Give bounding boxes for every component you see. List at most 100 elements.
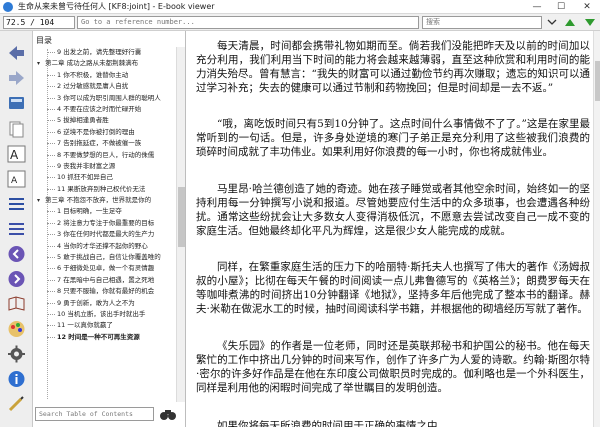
svg-text:A: A	[11, 176, 18, 186]
toc-section[interactable]: 7 告别拖延症，不做被催一族	[35, 138, 175, 149]
toc-item-label: 5 拔掉相逢勇者胜	[57, 116, 109, 125]
toc-item-label: 2 将注意力专注于你最重要的目标	[57, 218, 155, 227]
bookmark-icon[interactable]	[6, 294, 27, 314]
copy-icon[interactable]	[6, 119, 27, 139]
toc-item-label: 9 丧我并非财富之源	[57, 161, 116, 170]
toc-item-label: 1 你不积极，谁替你主动	[57, 70, 129, 79]
app-icon	[3, 2, 13, 12]
next-page-icon[interactable]	[6, 269, 27, 289]
toc-item-label: 11 果断放弃别种己权代价无法	[57, 184, 146, 193]
toc-item-label: 1 目标明确，一生足夺	[57, 207, 122, 216]
toc-scrollbar[interactable]	[176, 47, 185, 402]
toc-section[interactable]: 8 只要不服输，你就有最好的机会	[35, 286, 175, 297]
gear-icon[interactable]	[6, 344, 27, 364]
paragraph: “哦，离吃饭时间只有5到10分钟了。这点时间什么事情做不了了。”这是在家里最常听…	[196, 118, 590, 158]
table-of-contents-icon[interactable]	[6, 194, 27, 214]
toc-section[interactable]: 11 果断放弃别种己权代价无法	[35, 184, 175, 195]
close-button[interactable]: ✕	[576, 0, 598, 14]
search-input[interactable]: 搜索	[422, 16, 542, 29]
toc-section[interactable]: 3 你在任何时代都是最大的生产力	[35, 229, 175, 240]
toc-item-label: 11 一以真你就赢了	[57, 321, 113, 330]
toc-item-label: 4 不要在应该之时而忙碌开始	[57, 104, 142, 113]
toc-section[interactable]: 7 在黑暗中与自己相遇，置之死地	[35, 275, 175, 286]
toc-item-label: 10 当机立断，该出手时就出手	[57, 309, 146, 318]
toc-section[interactable]: 10 抓狂不如异自己	[35, 172, 175, 183]
toc-search-input[interactable]: Search Table of Contents	[35, 407, 154, 421]
action-toolbar: A A	[0, 31, 33, 427]
info-icon[interactable]	[6, 369, 27, 389]
paragraph: 同样，在繁重家庭生活的压力下的哈丽特·斯托夫人也撰写了伟大的著作《汤姆叔叔的小屋…	[196, 261, 590, 315]
toc-item-label: 3 你在任何时代都是最大的生产力	[57, 230, 155, 239]
previous-page-icon[interactable]	[6, 244, 27, 264]
toc-section[interactable]: 2 将注意力专注于你最重要的目标	[35, 218, 175, 229]
find-previous-icon[interactable]	[563, 16, 577, 29]
content-scrollbar-thumb[interactable]	[595, 61, 600, 101]
toc-item-label: 4 当你的才华还撑不起你的野心	[57, 241, 148, 250]
toc-item-label: 8 不要做梦想的巨人，行动的侏儒	[57, 150, 155, 159]
toc-section[interactable]: 1 你不积极，谁替你主动	[35, 70, 175, 81]
toc-section[interactable]: 4 不要在应该之时而忙碌开始	[35, 104, 175, 115]
library-icon[interactable]	[6, 93, 27, 113]
toc-chapter[interactable]: ▾ 第三章 不抱怨不放弃，世界就是你的	[35, 195, 175, 206]
go-to-reference-input[interactable]: Go to a reference number...	[77, 16, 419, 29]
toc-item-label: 第二章 成功之路从未都荆棘满布	[45, 59, 139, 68]
back-arrow-icon[interactable]	[6, 43, 27, 63]
toc-section[interactable]: 5 拔掉相逢勇者胜	[35, 115, 175, 126]
toc-item-label: 5 敢于挑战自己，自信让你覆盖唯的	[57, 253, 161, 262]
toolbar: 72.5 / 104 Go to a reference number... 搜…	[0, 14, 600, 31]
font-size-smaller-icon[interactable]: A	[6, 169, 27, 189]
toc-section[interactable]: 6 于细微处见卓，做一个有灵情趣	[35, 263, 175, 274]
toc-item-label: 10 抓狂不如异自己	[57, 173, 113, 182]
toc-section[interactable]: 9 丧我并非财富之源	[35, 161, 175, 172]
paragraph: 每天清晨，时间都会携带礼物如期而至。倘若我们没能把昨天及以前的时间加以充分利用，…	[196, 40, 590, 94]
toc-section[interactable]: 4 当你的才华还撑不起你的野心	[35, 241, 175, 252]
toc-scrollbar-thumb[interactable]	[178, 187, 185, 247]
maximize-button[interactable]: ☐	[550, 0, 572, 14]
find-next-icon[interactable]	[583, 16, 597, 29]
paragraph: 马里昂·哈兰德创造了她的奇迹。她在孩子睡觉或者其他空余时间，始终如一的坚持利用每…	[196, 183, 590, 237]
toc-item-label: 6 于细微处见卓，做一个有灵情趣	[57, 264, 155, 273]
table-of-contents-panel: 目录 9 出发之前，请先整理好行囊 ▾ 第二章 成功之路从未都荆棘满布 1 你不积极，…	[33, 31, 186, 427]
toc-section[interactable]: 11 一以真你就赢了	[35, 320, 175, 331]
reference-mode-icon[interactable]	[6, 219, 27, 239]
toc-section[interactable]: 3 你可以成为职引周围人群的聪明人	[35, 93, 175, 104]
chevron-down-icon[interactable]	[545, 16, 559, 29]
toc-item-label: 7 在黑暗中与自己相遇，置之死地	[57, 275, 155, 284]
toc-section[interactable]: 9 出发之前，请先整理好行囊	[35, 47, 175, 58]
toc-item-label: 2 过分敏感就是庸人自扰	[57, 82, 129, 91]
collapse-toggle-icon[interactable]: ▾	[37, 198, 43, 204]
collapse-toggle-icon[interactable]: ▾	[37, 61, 43, 67]
paragraph: 《失乐园》的作者是一位老师，同时还是英联邦秘书和护国公的秘书。他在每天繁忙的工作…	[196, 340, 590, 394]
toc-section[interactable]: 9 勇于创新，敢为人之不为	[35, 298, 175, 309]
toc-section[interactable]: 1 目标明确，一生足夺	[35, 206, 175, 217]
toc-section[interactable]: 5 敢于挑战自己，自信让你覆盖唯的	[35, 252, 175, 263]
font-size-larger-icon[interactable]: A	[6, 144, 27, 164]
toc-section[interactable]: 10 当机立断，该出手时就出手	[35, 309, 175, 320]
window-title: 生命从来未曾亏待任何人 [KF8:joint] - E-book viewer	[18, 2, 215, 11]
binoculars-icon[interactable]	[159, 407, 177, 421]
toc-section[interactable]: 6 逆境不是你被打倒的理由	[35, 127, 175, 138]
toc-section[interactable]: 2 过分敏感就是庸人自扰	[35, 81, 175, 92]
title-bar: 生命从来未曾亏待任何人 [KF8:joint] - E-book viewer …	[0, 0, 600, 14]
toc-item-label: 12 时间是一种不可再生资源	[57, 332, 140, 341]
page-number-input[interactable]: 72.5 / 104	[3, 16, 75, 29]
toc-item-label: 8 只要不服输，你就有最好的机会	[57, 287, 155, 296]
toc-item-label: 9 出发之前，请先整理好行囊	[57, 48, 142, 56]
toc-section[interactable]: 12 时间是一种不可再生资源	[35, 332, 175, 343]
toc-item-label: 7 告别拖延症，不做被催一族	[57, 139, 142, 148]
toc-section[interactable]: 8 不要做梦想的巨人，行动的侏儒	[35, 150, 175, 161]
minimize-button[interactable]: —	[526, 0, 548, 14]
theme-palette-icon[interactable]	[6, 319, 27, 339]
content-scrollbar[interactable]	[593, 31, 600, 427]
toc-header: 目录	[36, 36, 52, 45]
book-content[interactable]: 每天清晨，时间都会携带礼物如期而至。倘若我们没能把昨天及以前的时间加以充分利用，…	[187, 31, 593, 427]
forward-arrow-icon[interactable]	[6, 68, 27, 88]
toc-chapter[interactable]: ▾ 第二章 成功之路从未都荆棘满布	[35, 58, 175, 69]
svg-text:A: A	[10, 148, 19, 162]
toc-item-label: 6 逆境不是你被打倒的理由	[57, 127, 135, 136]
paragraph: 如果你将每天所浪费的时间用于正确的事情之中，	[217, 420, 448, 427]
toc-list: 9 出发之前，请先整理好行囊 ▾ 第二章 成功之路从未都荆棘满布 1 你不积极，谁替你…	[35, 47, 175, 402]
print-icon[interactable]	[6, 394, 27, 414]
toc-item-label: 第三章 不抱怨不放弃，世界就是你的	[45, 196, 152, 205]
toc-item-label: 3 你可以成为职引周围人群的聪明人	[57, 93, 161, 102]
